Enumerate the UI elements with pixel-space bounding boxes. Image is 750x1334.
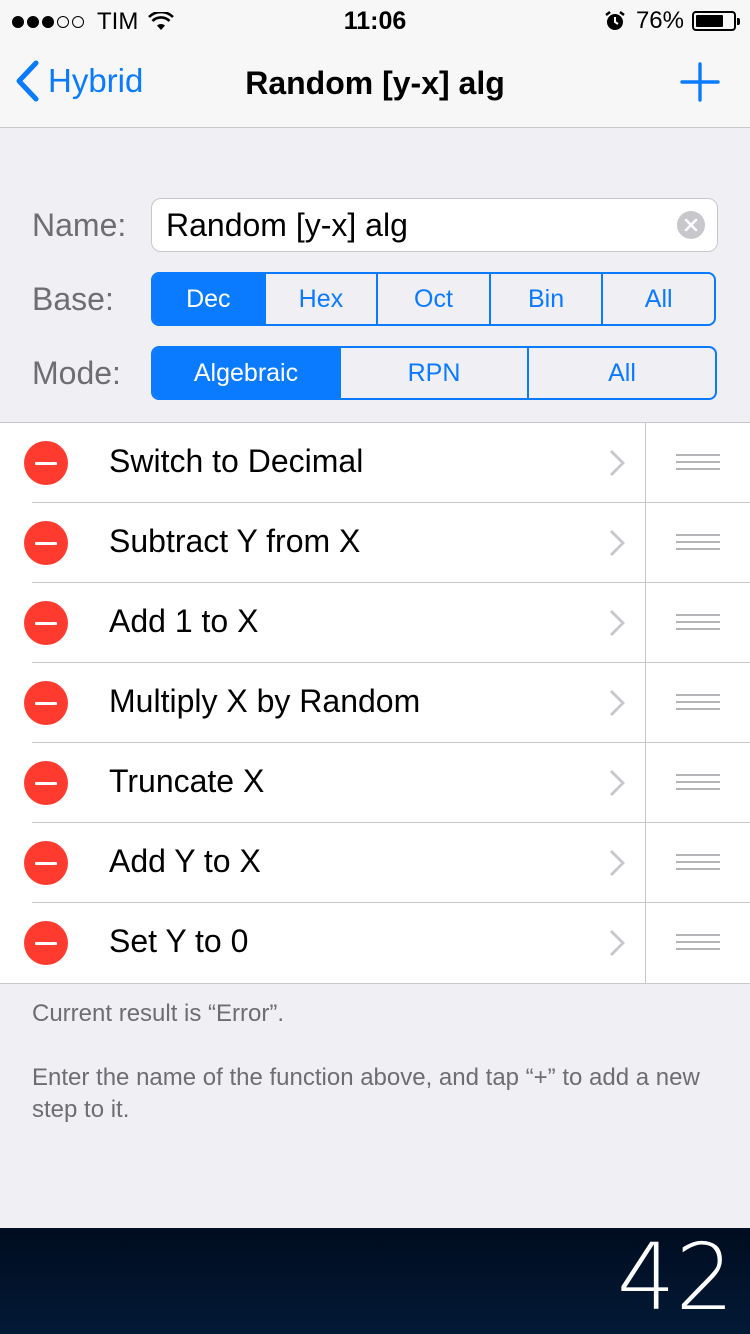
step-label: Add 1 to X (109, 603, 259, 639)
base-label: Base: (32, 280, 114, 317)
divider (645, 743, 646, 823)
base-option-dec[interactable]: Dec (153, 274, 264, 324)
delete-step-button[interactable] (24, 761, 68, 805)
base-option-all[interactable]: All (601, 274, 714, 324)
divider (645, 663, 646, 743)
reorder-handle-icon[interactable] (676, 934, 720, 955)
reorder-handle-icon[interactable] (676, 454, 720, 475)
help-text: Enter the name of the function above, an… (32, 1064, 700, 1123)
list-item[interactable]: Truncate X (0, 743, 750, 823)
status-bar: TIM 11:06 76% (0, 0, 750, 40)
minus-icon (35, 941, 57, 945)
minus-icon (35, 861, 57, 865)
display-value: 42 (616, 1224, 734, 1331)
close-icon (684, 218, 698, 232)
base-option-hex[interactable]: Hex (263, 274, 377, 324)
delete-step-button[interactable] (24, 841, 68, 885)
name-field[interactable]: Random [y-x] alg (151, 198, 718, 252)
list-item[interactable]: Add 1 to X (0, 583, 750, 663)
list-item[interactable]: Set Y to 0 (0, 903, 750, 983)
divider (645, 823, 646, 903)
step-label: Set Y to 0 (109, 923, 249, 959)
list-item[interactable]: Switch to Decimal (0, 423, 750, 503)
minus-icon (35, 701, 57, 705)
minus-icon (35, 621, 57, 625)
mode-label: Mode: (32, 354, 121, 391)
delete-step-button[interactable] (24, 601, 68, 645)
name-row: Name: Random [y-x] alg (0, 198, 750, 252)
mode-option-rpn[interactable]: RPN (339, 348, 527, 398)
clear-text-button[interactable] (677, 211, 705, 239)
chevron-right-icon (610, 850, 625, 876)
steps-list: Switch to Decimal Subtract Y from X Add … (0, 422, 750, 984)
list-item[interactable]: Subtract Y from X (0, 503, 750, 583)
base-segmented-control: Dec Hex Oct Bin All (151, 272, 716, 326)
reorder-handle-icon[interactable] (676, 694, 720, 715)
navigation-bar: Hybrid Random [y-x] alg (0, 40, 750, 128)
delete-step-button[interactable] (24, 681, 68, 725)
delete-step-button[interactable] (24, 441, 68, 485)
base-option-bin[interactable]: Bin (488, 274, 602, 324)
divider (645, 583, 646, 663)
result-text: Current result is “Error”. (32, 1000, 285, 1027)
divider (645, 503, 646, 583)
chevron-right-icon (610, 530, 625, 556)
reorder-handle-icon[interactable] (676, 774, 720, 795)
status-right: 76% (604, 7, 740, 35)
base-option-oct[interactable]: Oct (376, 274, 489, 324)
step-label: Subtract Y from X (109, 523, 361, 559)
delete-step-button[interactable] (24, 521, 68, 565)
divider (645, 903, 646, 983)
base-row: Base: Dec Hex Oct Bin All (0, 272, 750, 326)
minus-icon (35, 781, 57, 785)
name-label: Name: (32, 206, 127, 243)
step-label: Truncate X (109, 763, 265, 799)
minus-icon (35, 461, 57, 465)
reorder-handle-icon[interactable] (676, 854, 720, 875)
list-item[interactable]: Multiply X by Random (0, 663, 750, 743)
chevron-right-icon (610, 690, 625, 716)
battery-percent: 76% (635, 7, 684, 34)
name-field-value: Random [y-x] alg (166, 206, 408, 243)
mode-row: Mode: Algebraic RPN All (0, 346, 750, 400)
step-label: Add Y to X (109, 843, 261, 879)
battery-icon (692, 11, 740, 31)
mode-option-all[interactable]: All (527, 348, 715, 398)
chevron-right-icon (610, 770, 625, 796)
divider (645, 423, 646, 503)
battery-level (696, 15, 724, 27)
calculator-display: 42 (0, 1224, 750, 1334)
step-label: Multiply X by Random (109, 683, 421, 719)
plus-icon[interactable] (680, 62, 720, 102)
list-item[interactable]: Add Y to X (0, 823, 750, 903)
alarm-icon (605, 11, 625, 30)
chevron-right-icon (610, 610, 625, 636)
chevron-right-icon (610, 930, 625, 956)
mode-option-algebraic[interactable]: Algebraic (153, 348, 339, 398)
step-label: Switch to Decimal (109, 443, 364, 479)
mode-segmented-control: Algebraic RPN All (151, 346, 717, 400)
minus-icon (35, 541, 57, 545)
reorder-handle-icon[interactable] (676, 534, 720, 555)
reorder-handle-icon[interactable] (676, 614, 720, 635)
delete-step-button[interactable] (24, 921, 68, 965)
chevron-right-icon (610, 450, 625, 476)
page-title: Random [y-x] alg (245, 65, 505, 101)
